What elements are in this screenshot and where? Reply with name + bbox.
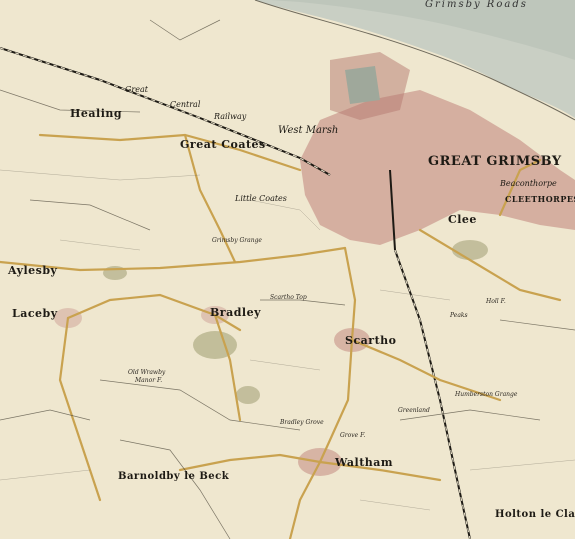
dock-water	[345, 66, 380, 104]
place-scartho[interactable]: Scartho	[345, 335, 396, 346]
place-bradley-grove: Bradley Grove	[280, 419, 324, 426]
place-laceby[interactable]: Laceby	[12, 308, 58, 319]
place-grimsby-grange: Grimsby Grange	[212, 237, 262, 244]
place-cleethorpes[interactable]: CLEETHORPES	[505, 195, 575, 203]
place-peaks: Peaks	[450, 312, 468, 319]
place-greenland: Greenland	[398, 407, 430, 414]
map[interactable]: Grimsby Roads Great Central Railway GREA…	[0, 0, 575, 539]
place-healing[interactable]: Healing	[70, 108, 122, 119]
place-old-wrawby: Old Wrawby	[128, 369, 166, 376]
place-waltham[interactable]: Waltham	[335, 457, 393, 468]
railway-label-railway: Railway	[214, 112, 247, 121]
place-scartho-top: Scartho Top	[270, 294, 307, 301]
railway-label-great: Great	[125, 85, 148, 94]
place-holton[interactable]: Holton le Clay	[495, 510, 575, 520]
place-beaconthorpe[interactable]: Beaconthorpe	[500, 180, 557, 188]
place-holl-farm: Holl F.	[486, 298, 506, 305]
railway-label-central: Central	[170, 100, 201, 109]
place-humberston-grange: Humberston Grange	[455, 391, 518, 398]
place-clee[interactable]: Clee	[448, 214, 477, 225]
place-manor-farm: Manor F.	[135, 377, 163, 384]
place-little-coates[interactable]: Little Coates	[235, 195, 287, 203]
sea-label: Grimsby Roads	[425, 0, 528, 10]
place-bradley[interactable]: Bradley	[210, 307, 261, 318]
place-great-coates[interactable]: Great Coates	[180, 139, 266, 150]
place-grove-farm: Grove F.	[340, 432, 366, 439]
map-canvas	[0, 0, 575, 539]
place-aylesby[interactable]: Aylesby	[8, 265, 57, 276]
place-barnoldby[interactable]: Barnoldby le Beck	[118, 472, 229, 482]
place-great-grimsby[interactable]: GREAT GRIMSBY	[428, 155, 562, 168]
place-west-marsh[interactable]: West Marsh	[278, 126, 338, 136]
